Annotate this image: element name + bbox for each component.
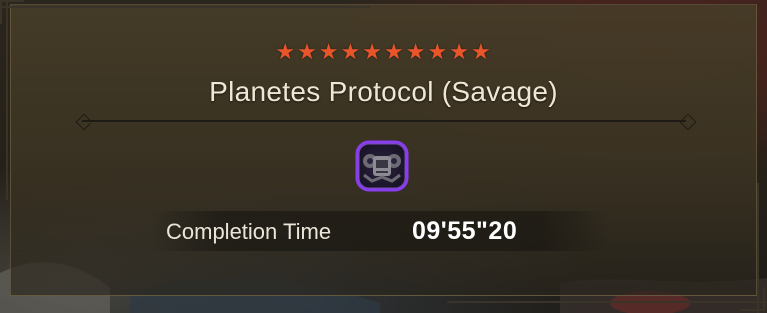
star-icon: ★ (362, 40, 383, 65)
star-icon: ★ (470, 40, 492, 65)
star-icon: ★ (405, 40, 427, 65)
star-icon: ★ (275, 40, 297, 65)
quest-title: Planetes Protocol (Savage) (209, 76, 558, 107)
difficulty-stars: ★★★★★★★★★★ (0, 40, 767, 65)
frame-bottom-line (447, 301, 767, 303)
completion-time-label: Completion Time (166, 219, 332, 244)
star-icon: ★ (427, 40, 449, 65)
monster-emblem-icon (355, 140, 409, 192)
star-icon: ★ (340, 40, 362, 65)
completion-time-value: 09'55"20 (412, 217, 518, 245)
corner-ornament-bottom-right (741, 287, 765, 311)
completion-time-row: Completion Time 09'55"20 (150, 211, 610, 251)
star-icon: ★ (318, 40, 340, 65)
title-divider (82, 120, 686, 123)
frame-top-line (0, 6, 370, 8)
star-icon: ★ (297, 40, 318, 65)
star-icon: ★ (384, 40, 405, 65)
corner-ornament-top-left (0, 0, 24, 24)
star-icon: ★ (449, 40, 470, 65)
quest-complete-screen: ★★★★★★★★★★ Planetes Protocol (Savage) Co… (0, 0, 767, 313)
